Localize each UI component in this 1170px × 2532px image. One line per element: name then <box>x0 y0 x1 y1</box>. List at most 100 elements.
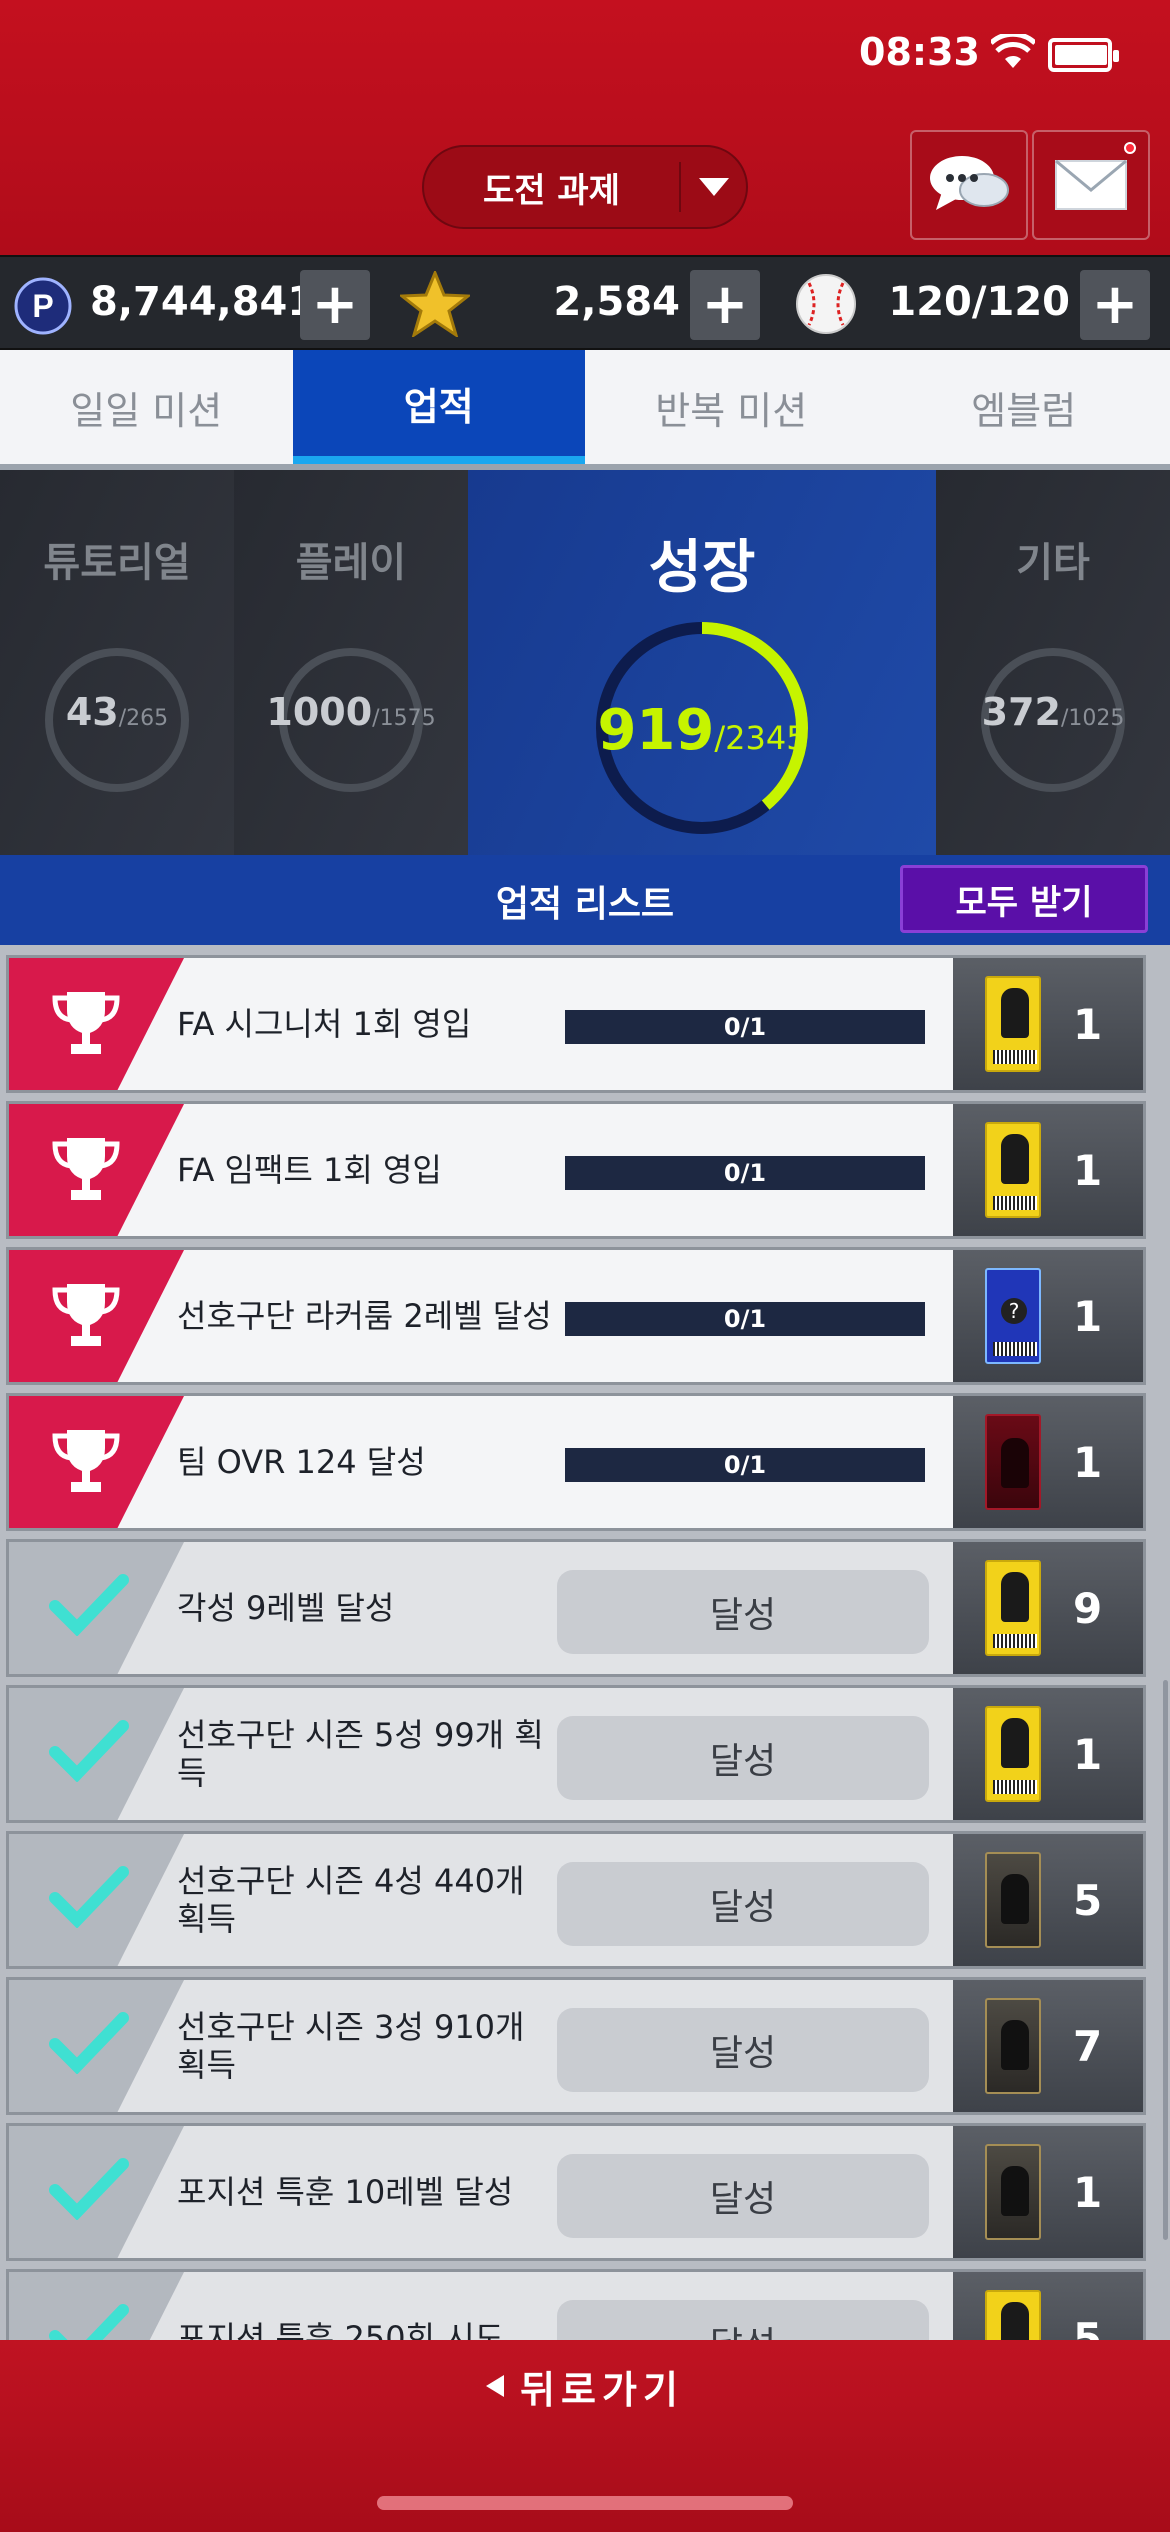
achievement-categories: 튜토리얼 43/265 플레이 1000/1575 성장 919/2345 기타… <box>0 470 1170 855</box>
reward-card-icon <box>985 976 1041 1072</box>
reward-box[interactable]: 1 <box>953 958 1143 1090</box>
category-other[interactable]: 기타 372/1025 <box>936 470 1170 855</box>
reward-card-icon <box>985 2290 1041 2340</box>
add-points-button[interactable]: + <box>300 270 370 340</box>
achievement-title: 포지션 특훈 10레벨 달성 <box>177 2172 514 2211</box>
reward-card-icon <box>985 2144 1041 2240</box>
completed-button[interactable]: 달성 <box>557 2008 929 2092</box>
trophy-badge <box>9 1104 184 1236</box>
check-badge <box>9 2272 184 2340</box>
back-label: 뒤로가기 <box>520 2367 684 2412</box>
achievement-row[interactable]: 팀 OVR 124 달성 0/1 1 <box>6 1393 1146 1531</box>
check-badge <box>9 1688 184 1820</box>
achievement-row[interactable]: FA 시그니처 1회 영입 0/1 1 <box>6 955 1146 1093</box>
add-stars-button[interactable]: + <box>690 270 760 340</box>
achievement-title: FA 임팩트 1회 영입 <box>177 1150 442 1189</box>
trophy-icon <box>52 1284 120 1346</box>
baseball-icon <box>796 274 856 334</box>
reward-card-icon <box>985 1560 1041 1656</box>
category-growth[interactable]: 성장 919/2345 <box>468 470 936 855</box>
achievement-row[interactable]: 포지션 특훈 10레벨 달성 달성 1 <box>6 2123 1146 2261</box>
reward-box[interactable]: 7 <box>953 1980 1143 2112</box>
achievement-title: 선호구단 시즌 3성 910개 획득 <box>177 2007 525 2084</box>
category-title: 기타 <box>1016 540 1090 586</box>
achievement-list[interactable]: FA 시그니처 1회 영입 0/1 1 FA 임팩트 1회 영입 0/1 1 선호구단 라커… <box>0 945 1170 2340</box>
achievement-title: 포지션 특훈 250회 시도 <box>177 2318 505 2340</box>
mission-tabs: 일일 미션 업적 반복 미션 엠블럼 <box>0 350 1170 470</box>
chat-bubbles-icon <box>930 156 1009 210</box>
star-icon <box>400 271 470 337</box>
reward-card-icon <box>985 1268 1041 1364</box>
completed-button[interactable]: 달성 <box>557 1716 929 1800</box>
achievement-title: 각성 9레벨 달성 <box>177 1588 395 1627</box>
claim-all-button[interactable]: 모두 받기 <box>900 865 1148 933</box>
reward-quantity: 7 <box>1073 2021 1103 2071</box>
check-badge <box>9 1980 184 2112</box>
tab-repeat-mission[interactable]: 반복 미션 <box>585 350 878 464</box>
achievement-title: FA 시그니처 1회 영입 <box>177 1004 472 1043</box>
back-button[interactable]: 뒤로가기 <box>0 2356 1170 2416</box>
checkmark-icon <box>49 1720 129 1782</box>
trophy-badge <box>9 1250 184 1382</box>
reward-box[interactable]: 5 <box>953 1834 1143 1966</box>
category-title: 플레이 <box>295 540 407 586</box>
chat-button[interactable] <box>910 130 1028 240</box>
reward-quantity: 1 <box>1073 1729 1103 1779</box>
achievement-row[interactable]: FA 임팩트 1회 영입 0/1 1 <box>6 1101 1146 1239</box>
achievement-row[interactable]: 선호구단 라커룸 2레벨 달성 0/1 1 <box>6 1247 1146 1385</box>
category-play[interactable]: 플레이 1000/1575 <box>234 470 468 855</box>
mail-button[interactable] <box>1032 130 1150 240</box>
reward-card-icon <box>985 1706 1041 1802</box>
progress-text: 0/1 <box>723 1159 767 1187</box>
category-count: 919/2345 <box>597 698 807 763</box>
achievement-row[interactable]: 선호구단 시즌 3성 910개 획득 달성 7 <box>6 1977 1146 2115</box>
achievement-row[interactable]: 포지션 특훈 250회 시도 달성 5 <box>6 2269 1146 2340</box>
envelope-icon <box>1055 160 1127 210</box>
challenge-dropdown[interactable]: 도전 과제 <box>422 145 748 229</box>
reward-card-icon <box>985 1998 1041 2094</box>
check-badge <box>9 2126 184 2258</box>
completed-button[interactable]: 달성 <box>557 2154 929 2238</box>
check-badge <box>9 1834 184 1966</box>
reward-card-icon <box>985 1414 1041 1510</box>
reward-quantity: 9 <box>1073 1583 1103 1633</box>
reward-box[interactable]: 1 <box>953 1104 1143 1236</box>
achievement-row[interactable]: 선호구단 시즌 4성 440개 획득 달성 5 <box>6 1831 1146 1969</box>
tab-daily-mission[interactable]: 일일 미션 <box>0 350 293 464</box>
achievement-row[interactable]: 각성 9레벨 달성 달성 9 <box>6 1539 1146 1677</box>
reward-box[interactable]: 1 <box>953 1396 1143 1528</box>
balls-value: 120/120 <box>888 279 1070 325</box>
svg-text:P: P <box>32 288 53 324</box>
tab-emblem[interactable]: 엠블럼 <box>878 350 1170 464</box>
challenge-label: 도전 과제 <box>483 170 620 211</box>
tab-achievements[interactable]: 업적 <box>292 350 585 464</box>
reward-box[interactable]: 9 <box>953 1542 1143 1674</box>
reward-box[interactable]: 5 <box>953 2272 1143 2340</box>
reward-box[interactable]: 1 <box>953 2126 1143 2258</box>
reward-quantity: 1 <box>1073 2167 1103 2217</box>
progress-bar: 0/1 <box>565 1156 925 1190</box>
trophy-icon <box>52 992 120 1054</box>
progress-bar: 0/1 <box>565 1010 925 1044</box>
reward-card-icon <box>985 1122 1041 1218</box>
checkmark-icon <box>49 1574 129 1636</box>
stars-value: 2,584 <box>553 279 680 325</box>
achievement-title: 선호구단 시즌 5성 99개 획득 <box>177 1715 544 1792</box>
reward-box[interactable]: 1 <box>953 1250 1143 1382</box>
achievement-row[interactable]: 선호구단 시즌 5성 99개 획득 달성 1 <box>6 1685 1146 1823</box>
completed-button[interactable]: 달성 <box>557 2300 929 2340</box>
category-title: 튜토리얼 <box>43 540 191 586</box>
scrollbar[interactable] <box>1163 1680 1168 2240</box>
chevron-down-icon <box>681 178 746 196</box>
category-tutorial[interactable]: 튜토리얼 43/265 <box>0 470 234 855</box>
progress-bar: 0/1 <box>565 1302 925 1336</box>
reward-box[interactable]: 1 <box>953 1688 1143 1820</box>
completed-button[interactable]: 달성 <box>557 1570 929 1654</box>
check-badge <box>9 1542 184 1674</box>
category-count: 1000/1575 <box>266 690 436 734</box>
trophy-icon <box>52 1138 120 1200</box>
add-balls-button[interactable]: + <box>1080 270 1150 340</box>
completed-button[interactable]: 달성 <box>557 1862 929 1946</box>
progress-text: 0/1 <box>723 1305 767 1333</box>
achievement-title: 선호구단 시즌 4성 440개 획득 <box>177 1861 525 1938</box>
